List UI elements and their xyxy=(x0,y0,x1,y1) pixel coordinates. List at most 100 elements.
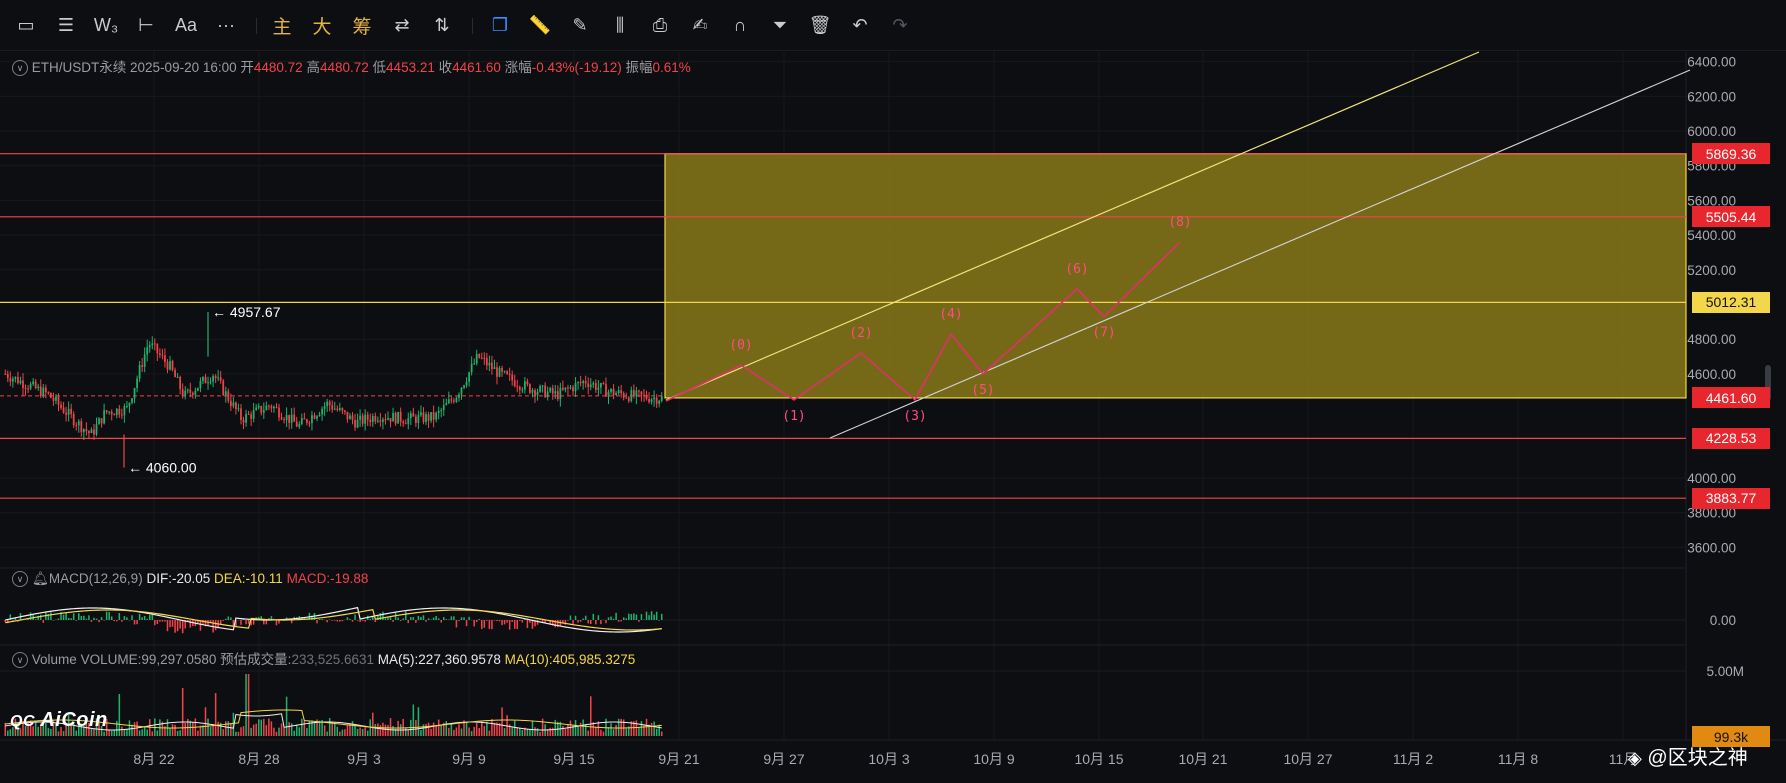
candle-body xyxy=(22,380,24,388)
candle-body xyxy=(85,429,88,432)
candles-icon[interactable]: ⫼ xyxy=(604,11,636,39)
candle-body xyxy=(108,411,111,413)
candle-body xyxy=(169,361,171,370)
main-indicator-button[interactable]: 主 xyxy=(266,11,298,39)
candle-body xyxy=(511,374,514,381)
candle-body xyxy=(501,368,503,372)
filter-icon[interactable]: ⏷ xyxy=(764,11,796,39)
candle-body xyxy=(392,412,394,422)
x-tick-label: 10月 3 xyxy=(868,751,909,767)
candle-body xyxy=(610,388,612,392)
macd-axis-label: 0.00 xyxy=(1710,613,1736,628)
macd-collapse-icon[interactable]: ∨ xyxy=(12,571,28,588)
aicoin-logo-text: AiCoin xyxy=(40,709,108,731)
candle-body xyxy=(394,412,397,424)
more-icon[interactable]: ··· xyxy=(210,11,242,39)
horizontal-lines-icon[interactable]: ☰ xyxy=(50,11,82,39)
ohlc-info-row: ∨ ETH/USDT永续 2025-09-20 16:00 开4480.72 高… xyxy=(12,56,691,77)
high-value: 4480.72 xyxy=(319,60,369,75)
candle-body xyxy=(47,392,50,394)
big-button[interactable]: 大 xyxy=(306,11,338,39)
candle-body xyxy=(554,391,557,394)
candle-body xyxy=(300,418,303,425)
candle-body xyxy=(384,419,387,421)
candle-body xyxy=(242,419,245,423)
candle-body xyxy=(199,380,202,388)
x-tick-label: 9月 21 xyxy=(658,751,699,767)
projection-box xyxy=(664,153,1687,399)
candle-body xyxy=(491,362,493,370)
bell-icon[interactable]: 🔔︎ xyxy=(32,571,49,586)
price-level-tag[interactable]: 4228.53 xyxy=(1692,427,1770,449)
symbol-label[interactable]: ETH/USDT永续 xyxy=(32,60,127,75)
candle-body xyxy=(136,378,138,388)
high-label: 高 xyxy=(306,60,320,75)
candle-body xyxy=(103,410,106,424)
text-tool-icon[interactable]: Aa xyxy=(170,11,202,39)
candle-body xyxy=(141,365,144,367)
magnet-icon[interactable]: ∩ xyxy=(724,11,756,39)
rectangle-tool-icon[interactable]: ▭ xyxy=(10,11,42,39)
compare-icon[interactable]: ⇄ xyxy=(386,11,418,39)
candle-body xyxy=(267,405,270,407)
undo-icon[interactable]: ↶ xyxy=(844,11,876,39)
toolbar-separator xyxy=(256,18,257,34)
candle-body xyxy=(133,387,136,399)
x-tick-label: 10月 21 xyxy=(1178,751,1227,767)
datetime-label: 2025-09-20 16:00 xyxy=(130,60,237,75)
candle-body xyxy=(156,343,159,354)
wave-label: (0) xyxy=(729,338,752,353)
macd-info-row: ∨ 🔔︎MACD(12,26,9) DIF:-20.05 DEA:-10.11 … xyxy=(12,571,368,588)
candle-body xyxy=(189,389,192,393)
wave-tool-icon[interactable]: W₃ xyxy=(90,11,122,39)
candle-body xyxy=(288,414,291,423)
candle-body xyxy=(414,416,417,423)
candle-body xyxy=(257,406,260,408)
candle-body xyxy=(607,391,610,397)
volume-ma10: MA(10):405,985.3275 xyxy=(504,652,636,667)
low-value: 4453.21 xyxy=(386,60,435,75)
candle-body xyxy=(640,391,643,395)
candle-body xyxy=(417,415,420,423)
macd-dea: DEA:-10.11 xyxy=(214,571,283,586)
candle-body xyxy=(612,388,615,396)
redo-icon[interactable]: ↷ xyxy=(884,11,916,39)
candle-body xyxy=(354,420,356,428)
trade-icon[interactable]: ⇅ xyxy=(426,11,458,39)
pen-icon[interactable]: ✎ xyxy=(564,11,596,39)
candle-body xyxy=(179,377,182,390)
volume-collapse-icon[interactable]: ∨ xyxy=(12,652,28,669)
y-tick-label: 4600.00 xyxy=(1687,367,1736,382)
candle-body xyxy=(643,394,645,396)
candle-body xyxy=(513,380,516,387)
chips-button[interactable]: 筹 xyxy=(346,11,378,39)
candle-body xyxy=(617,390,620,394)
close-label: 收 xyxy=(438,60,453,75)
clipboard-icon[interactable]: ⎙ xyxy=(644,11,676,39)
y-tick-label: 3600.00 xyxy=(1687,540,1736,555)
candle-body xyxy=(42,387,45,397)
candle-body xyxy=(57,396,60,405)
candle-body xyxy=(171,361,174,371)
candle-body xyxy=(594,383,597,390)
candle-body xyxy=(295,421,298,427)
price-level-tag[interactable]: 5012.31 xyxy=(1692,291,1770,313)
edit-icon[interactable]: ✍ xyxy=(684,11,716,39)
delete-icon[interactable]: 🗑 xyxy=(804,11,836,39)
copy-icon[interactable]: ❐ xyxy=(484,11,516,39)
price-level-tag[interactable]: 5505.44 xyxy=(1692,206,1770,228)
candle-body xyxy=(569,387,572,389)
candle-body xyxy=(93,429,95,435)
price-level-tag[interactable]: 5869.36 xyxy=(1692,143,1770,165)
candle-body xyxy=(50,392,52,398)
candle-body xyxy=(440,410,443,412)
candle-body xyxy=(597,387,600,390)
candle-body xyxy=(473,363,476,365)
candle-body xyxy=(186,389,189,391)
price-level-tag[interactable]: 4461.60 xyxy=(1692,387,1770,409)
candle-body xyxy=(88,431,90,434)
collapse-chevron-icon[interactable]: ∨ xyxy=(12,60,28,77)
ruler-icon[interactable]: 📏 xyxy=(524,11,556,39)
horizontal-ray-icon[interactable]: ⊢ xyxy=(130,11,162,39)
price-level-tag[interactable]: 3883.77 xyxy=(1692,487,1770,509)
